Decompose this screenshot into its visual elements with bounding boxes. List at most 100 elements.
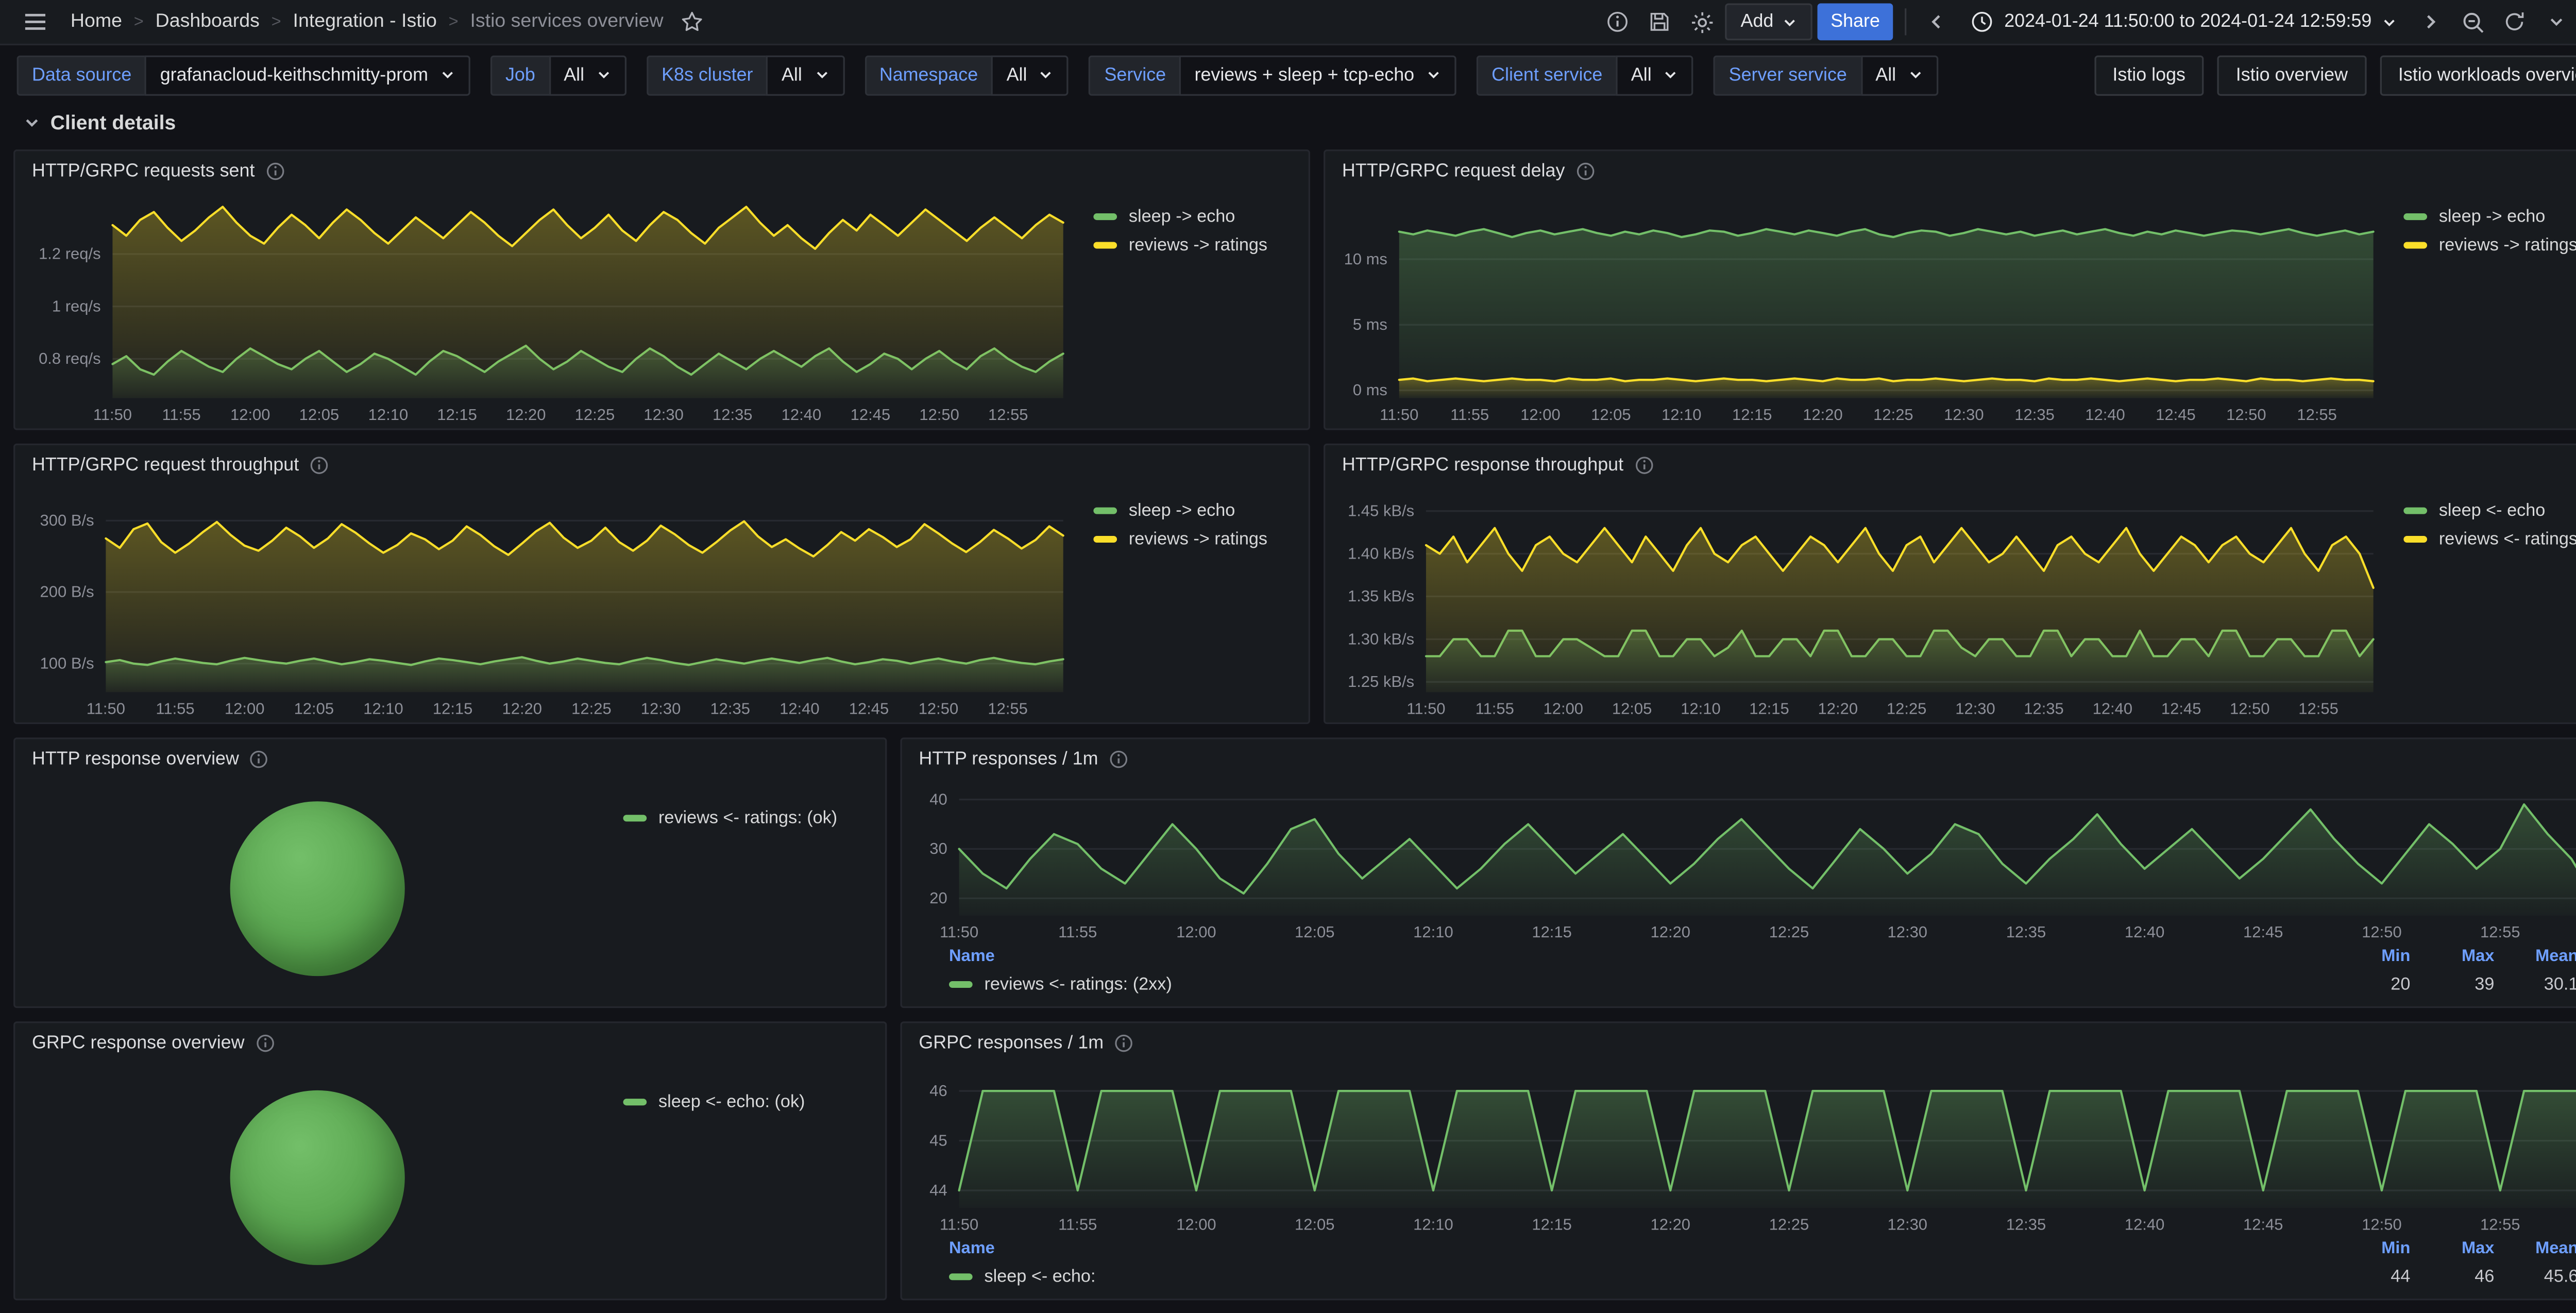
panel-info-icon[interactable] <box>255 1032 275 1052</box>
panel-header[interactable]: HTTP/GRPC request throughput <box>15 445 1308 484</box>
menu-button[interactable] <box>17 4 54 41</box>
svg-text:12:40: 12:40 <box>2125 1215 2165 1233</box>
legend-table-row[interactable]: reviews <- ratings: (2xx) 20 39 30.1 <box>949 971 2576 996</box>
svg-text:11:50: 11:50 <box>93 406 132 424</box>
filter-value-dropdown[interactable]: reviews + sleep + tcp-echo <box>1179 55 1456 95</box>
legend-col-mean[interactable]: Mean <box>2494 1240 2576 1258</box>
time-series-chart[interactable]: 100 B/s 200 B/s 300 B/s 11:50 11:55 12:00 12:0… <box>22 484 1073 719</box>
legend-item[interactable]: sleep <- echo <box>2403 501 2576 521</box>
pie-chart[interactable] <box>230 1089 405 1265</box>
legend-item[interactable]: reviews -> ratings <box>1093 529 1295 549</box>
row-client-details-toggle[interactable]: Client details <box>13 110 2576 136</box>
panel-header[interactable]: HTTP/GRPC request delay <box>1325 151 2576 190</box>
filter-value-dropdown[interactable]: All <box>548 55 626 95</box>
filter-value-dropdown[interactable]: All <box>991 55 1070 95</box>
panel-info-icon[interactable] <box>309 454 329 475</box>
istio-logs-link[interactable]: Istio logs <box>2094 55 2204 95</box>
filter-value-dropdown[interactable]: All <box>1860 55 1938 95</box>
svg-text:12:50: 12:50 <box>2226 406 2266 424</box>
legend-col-min[interactable]: Min <box>2326 948 2410 966</box>
refresh-interval-button[interactable] <box>2538 4 2575 41</box>
panel-header[interactable]: HTTP/GRPC requests sent <box>15 151 1308 190</box>
svg-text:12:55: 12:55 <box>2298 700 2338 718</box>
legend-marker <box>2403 213 2427 221</box>
refresh-button[interactable] <box>2496 4 2533 41</box>
dashboard-insights-button[interactable] <box>1600 4 1637 41</box>
time-picker-button[interactable]: 2024-01-24 11:50:00 to 2024-01-24 12:59:… <box>1960 4 2406 41</box>
legend-item[interactable]: reviews <- ratings: (ok) <box>623 808 869 828</box>
svg-text:12:45: 12:45 <box>2243 923 2283 941</box>
legend-col-mean[interactable]: Mean <box>2494 948 2576 966</box>
save-dashboard-button[interactable] <box>1641 4 1679 41</box>
time-series-chart[interactable]: 20 30 40 11:50 11:55 12:00 12:05 12:10 12:15 12:2… <box>909 778 2576 942</box>
panel-info-icon[interactable] <box>1575 160 1595 180</box>
pie-chart[interactable] <box>230 801 405 977</box>
svg-text:12:45: 12:45 <box>851 406 891 424</box>
filter-label: Namespace <box>864 55 992 95</box>
legend-item[interactable]: sleep -> echo <box>1093 501 1295 521</box>
time-series-chart[interactable]: 0.8 req/s 1 req/s 1.2 req/s 11:50 11:55 12:00… <box>22 190 1073 425</box>
breadcrumb-dashboards[interactable]: Dashboards <box>156 12 260 32</box>
svg-text:12:35: 12:35 <box>2014 406 2055 424</box>
svg-text:12:35: 12:35 <box>713 406 752 424</box>
breadcrumb-integration-istio[interactable]: Integration - Istio <box>293 12 437 32</box>
panel-header[interactable]: HTTP responses / 1m <box>902 739 2576 778</box>
time-series-chart[interactable]: 1.25 kB/s 1.30 kB/s 1.35 kB/s 1.40 kB/s 1.45… <box>1332 484 2383 719</box>
filter-value-dropdown[interactable]: grafanacloud-keithschmitty-prom <box>145 55 470 95</box>
chevron-down-icon <box>442 72 453 79</box>
time-series-chart[interactable]: 0 ms 5 ms 10 ms 11:50 11:55 12:00 12:05 12:10 12… <box>1332 190 2383 425</box>
add-button[interactable]: Add <box>1725 3 1812 41</box>
legend-marker <box>2403 536 2427 543</box>
time-shift-back-button[interactable] <box>1919 4 1956 41</box>
svg-text:1.2 req/s: 1.2 req/s <box>39 245 101 263</box>
legend-item[interactable]: reviews -> ratings <box>2403 235 2576 256</box>
panel-info-icon[interactable] <box>265 160 285 180</box>
filter-value-dropdown[interactable]: All <box>766 55 844 95</box>
panel-header[interactable]: HTTP response overview <box>15 739 885 778</box>
legend-item[interactable]: sleep -> echo <box>2403 207 2576 227</box>
time-shift-forward-button[interactable] <box>2412 4 2449 41</box>
legend-item[interactable]: reviews <- ratings <box>2403 529 2576 549</box>
section-title: Client details <box>50 111 176 135</box>
legend-table: Name Min Max Mean reviews <- ratings: (2… <box>909 942 2576 1003</box>
zoom-out-time-button[interactable] <box>2454 4 2491 41</box>
svg-text:12:30: 12:30 <box>1888 1215 1928 1233</box>
filter-value-text: reviews + sleep + tcp-echo <box>1194 65 1415 86</box>
legend-col-max[interactable]: Max <box>2410 1240 2494 1258</box>
legend-marker <box>2403 242 2427 249</box>
panel-info-icon[interactable] <box>1108 748 1128 768</box>
legend-table: Name Min Max Mean sleep <- echo: 44 46 4… <box>909 1235 2576 1295</box>
legend-item[interactable]: sleep <- echo: (ok) <box>623 1092 869 1112</box>
breadcrumb-home[interactable]: Home <box>71 12 122 32</box>
favorite-star-button[interactable] <box>673 4 710 41</box>
panel-info-icon[interactable] <box>1114 1032 1134 1052</box>
dashboard-settings-button[interactable] <box>1684 4 1721 41</box>
legend-col-min[interactable]: Min <box>2326 1240 2410 1258</box>
svg-text:12:40: 12:40 <box>779 700 820 718</box>
share-button[interactable]: Share <box>1817 3 1894 41</box>
svg-text:12:20: 12:20 <box>1651 1215 1691 1233</box>
istio-overview-link[interactable]: Istio overview <box>2217 55 2366 95</box>
istio-workloads-overview-link[interactable]: Istio workloads overview <box>2379 55 2576 95</box>
panel-info-icon[interactable] <box>249 748 269 768</box>
divider <box>1905 8 1907 36</box>
legend-col-name[interactable]: Name <box>949 1240 2326 1258</box>
svg-text:12:20: 12:20 <box>1803 406 1843 424</box>
panel-header[interactable]: GRPC responses / 1m <box>902 1023 2576 1062</box>
filter-value-dropdown[interactable]: All <box>1616 55 1694 95</box>
svg-text:12:10: 12:10 <box>1413 923 1453 941</box>
legend-col-max[interactable]: Max <box>2410 948 2494 966</box>
time-series-chart[interactable]: 44 45 46 11:50 11:55 12:00 12:05 12:10 12:15 12:2… <box>909 1062 2576 1235</box>
panel-info-icon[interactable] <box>1634 454 1654 475</box>
legend-item[interactable]: sleep -> echo <box>1093 207 1295 227</box>
legend-table-row[interactable]: sleep <- echo: 44 46 45.6 <box>949 1264 2576 1289</box>
panel-http-responses-1m: HTTP responses / 1m 20 30 40 11:50 11:55 12:0… <box>900 737 2576 1008</box>
svg-text:11:55: 11:55 <box>1450 406 1489 424</box>
legend-item[interactable]: reviews -> ratings <box>1093 235 1295 256</box>
panel-header[interactable]: GRPC response overview <box>15 1023 885 1062</box>
legend-col-name[interactable]: Name <box>949 948 2326 966</box>
panel-header[interactable]: HTTP/GRPC response throughput <box>1325 445 2576 484</box>
chevron-down-icon <box>1428 72 1439 79</box>
filter-job: Job All <box>490 55 626 95</box>
top-nav: Home > Dashboards > Integration - Istio … <box>0 0 2576 46</box>
